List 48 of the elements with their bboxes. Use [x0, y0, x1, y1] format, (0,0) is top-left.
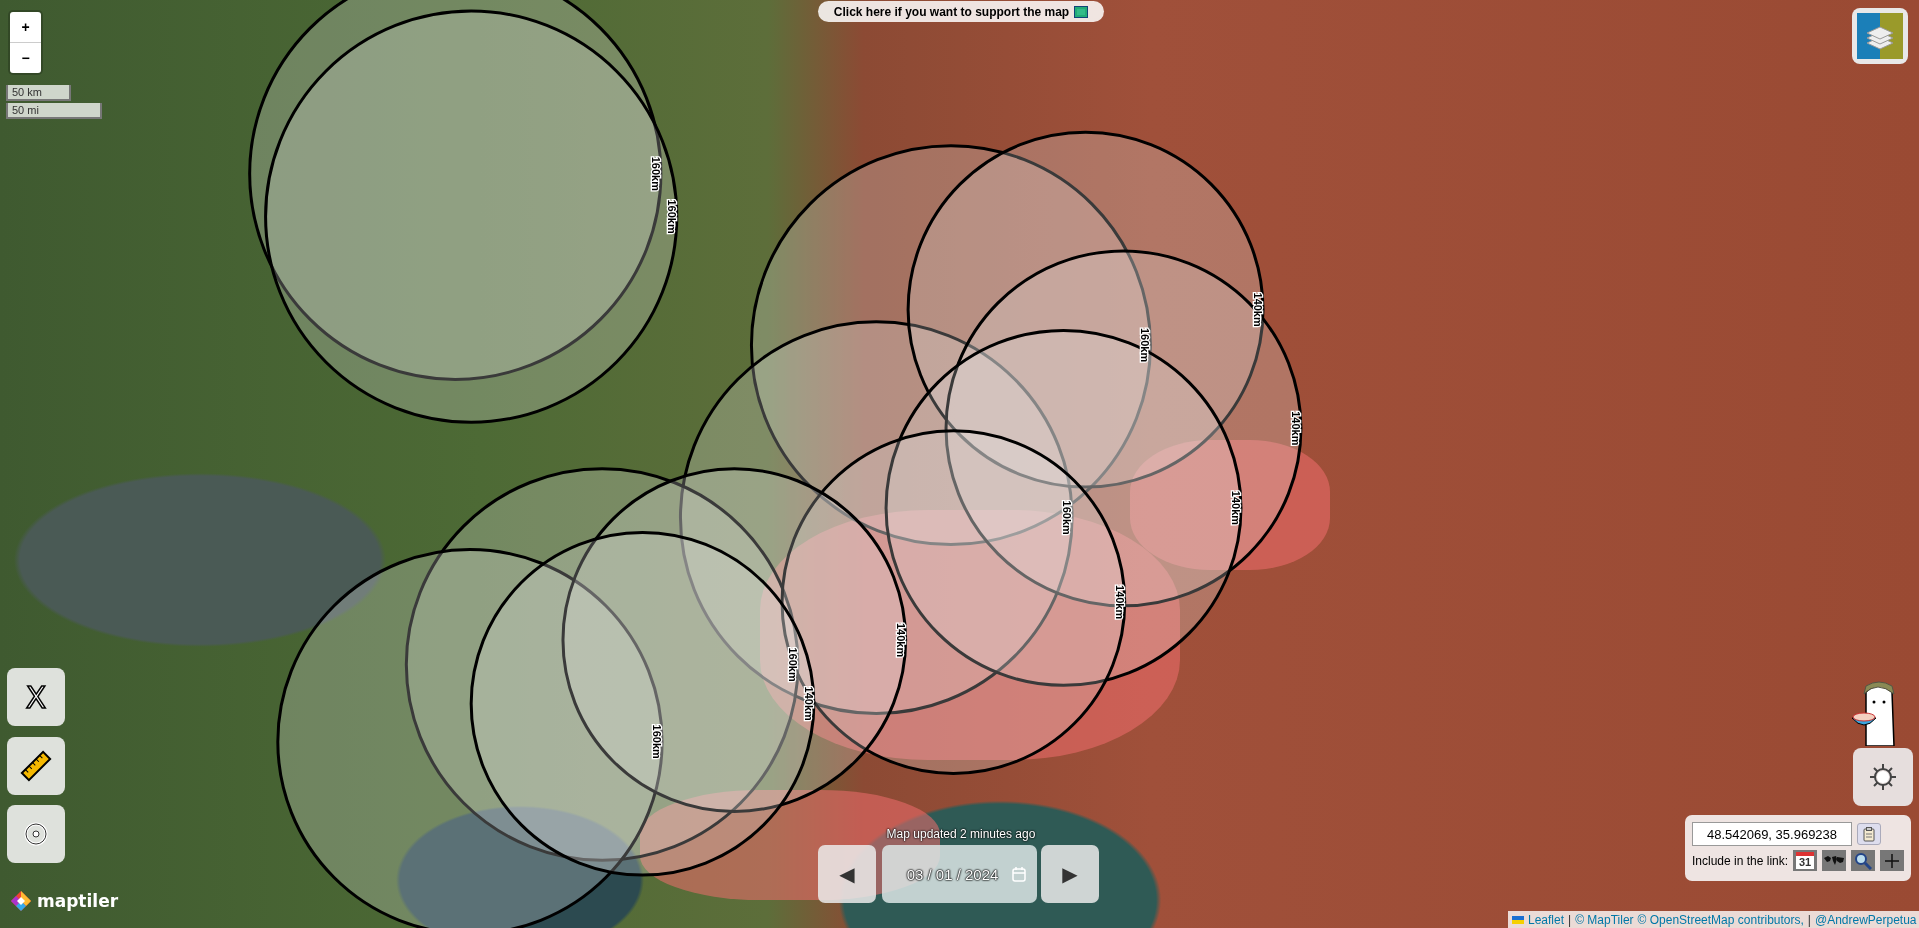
- distance-label: 160km: [1139, 328, 1152, 363]
- support-banner-button[interactable]: Click here if you want to support the map: [818, 1, 1104, 22]
- separator-text: |: [1807, 912, 1811, 927]
- settings-icon: [1868, 762, 1898, 792]
- next-day-button[interactable]: ▶: [1041, 845, 1099, 903]
- attribution-link[interactable]: © MapTiler: [1575, 912, 1634, 927]
- locate-button[interactable]: [7, 805, 65, 863]
- calendar-icon: [1012, 866, 1027, 882]
- scale-bar-metric: 50 km: [6, 85, 71, 101]
- distance-label: 140km: [1113, 585, 1126, 620]
- attribution-link[interactable]: © OpenStreetMap contributors,: [1637, 912, 1804, 927]
- attribution-link[interactable]: Leaflet: [1528, 912, 1565, 927]
- layers-icon: [1857, 13, 1903, 59]
- distance-label: 160km: [786, 647, 799, 682]
- include-map-toggle[interactable]: [1822, 850, 1847, 871]
- distance-label: 160km: [665, 199, 678, 234]
- separator-text: |: [1568, 912, 1572, 927]
- target-icon: [24, 822, 48, 846]
- include-marker-toggle[interactable]: [1880, 850, 1904, 871]
- distance-label: 160km: [649, 156, 662, 191]
- coordinates-field[interactable]: 48.542069, 35.969238: [1692, 822, 1852, 846]
- distance-label: 140km: [1289, 411, 1302, 446]
- date-field[interactable]: 03 / 01 / 2024: [882, 845, 1037, 903]
- distance-label: 140km: [802, 686, 815, 721]
- scale-bar-imperial: 50 mi: [6, 103, 102, 119]
- include-in-link-label: Include in the link:: [1692, 853, 1789, 868]
- layers-button[interactable]: [1852, 8, 1908, 64]
- clipboard-icon: [1863, 826, 1875, 842]
- copy-button[interactable]: [1857, 823, 1881, 845]
- include-zoom-toggle[interactable]: [1851, 850, 1875, 871]
- banknote-icon: [1074, 5, 1089, 18]
- maptiler-logo-icon: [10, 890, 32, 912]
- plus-icon: [1885, 853, 1899, 868]
- zoom-out-button[interactable]: −: [10, 42, 41, 73]
- world-map-icon: [1823, 854, 1846, 867]
- previous-day-button[interactable]: ◀: [818, 845, 876, 903]
- attribution-link[interactable]: @AndrewPerpetua: [1814, 912, 1917, 927]
- ruler-button[interactable]: [7, 737, 65, 795]
- settings-button[interactable]: [1853, 748, 1913, 806]
- distance-label: 140km: [1230, 490, 1242, 526]
- zoom-in-button[interactable]: +: [10, 12, 41, 42]
- maptiler-logo-text: maptiler: [37, 891, 119, 911]
- distance-label: 140km: [1252, 292, 1264, 327]
- distance-label: 160km: [651, 724, 664, 759]
- distance-label: 160km: [1061, 500, 1074, 535]
- ukraine-flag-icon: [1512, 915, 1524, 924]
- distance-label: 140km: [894, 622, 907, 658]
- search-icon: [1854, 851, 1872, 870]
